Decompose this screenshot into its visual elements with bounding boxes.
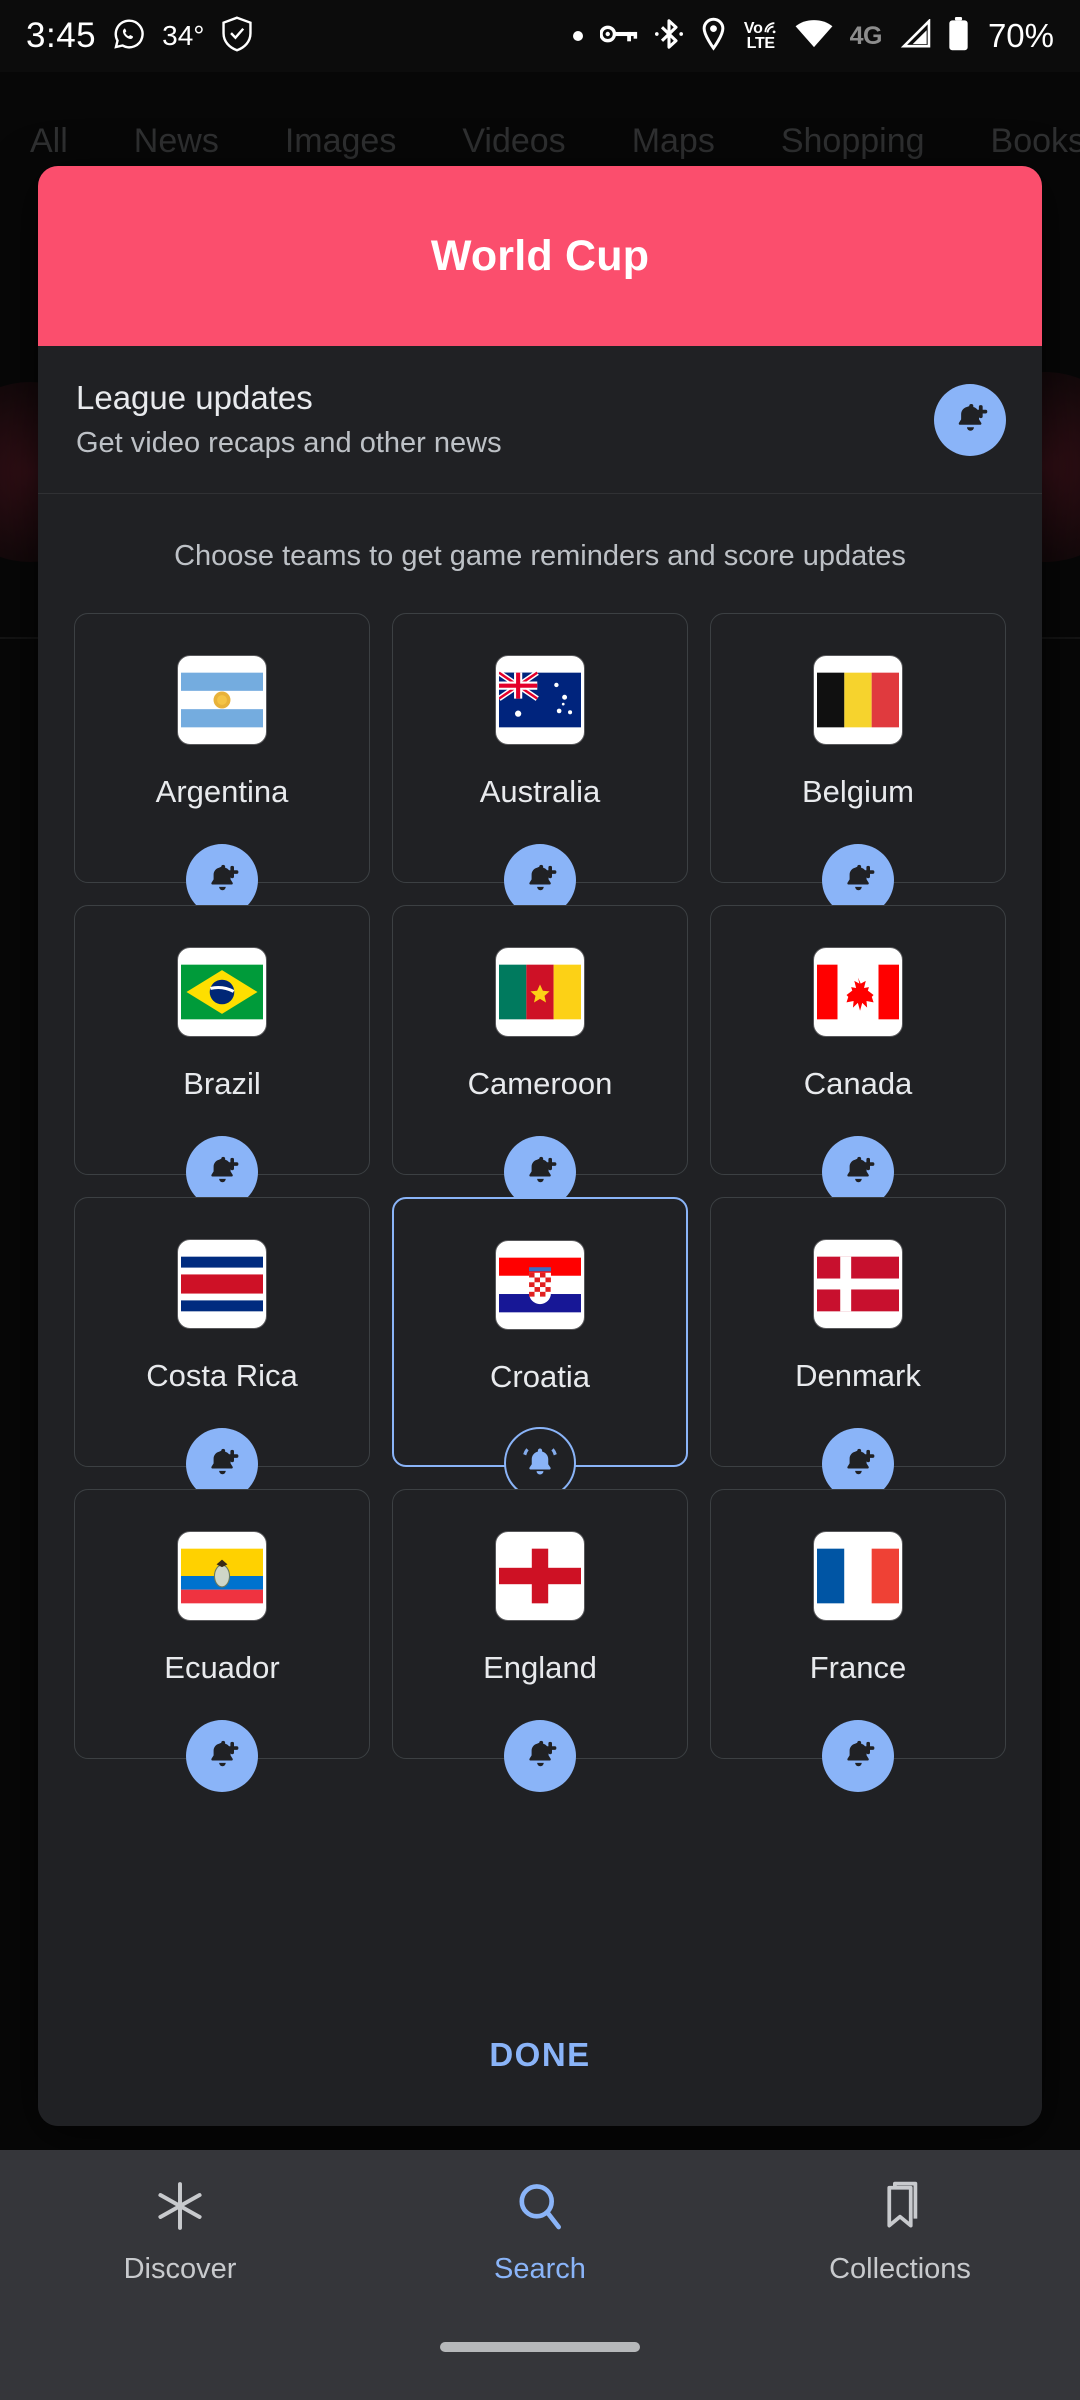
dialog-title: World Cup — [430, 231, 650, 280]
wifi-icon — [795, 19, 833, 53]
flag-croatia-icon — [496, 1241, 584, 1329]
team-name-label: Australia — [479, 774, 601, 809]
nav-label-discover: Discover — [123, 2253, 237, 2285]
team-card-belgium[interactable]: Belgium — [710, 613, 1006, 916]
asterisk-icon — [152, 2178, 208, 2239]
nav-label-collections: Collections — [829, 2253, 971, 2285]
home-indicator[interactable] — [440, 2342, 640, 2352]
team-card-england[interactable]: England — [392, 1489, 688, 1792]
team-name-label: France — [809, 1650, 907, 1685]
team-name-label: England — [483, 1650, 597, 1685]
team-name-label: Costa Rica — [146, 1358, 298, 1393]
team-card-canada[interactable]: Canada — [710, 905, 1006, 1208]
teams-grid: Argentina Australia Belgium Brazil Camer… — [74, 613, 1006, 1792]
team-card-ecuador[interactable]: Ecuador — [74, 1489, 370, 1792]
flag-ecuador-icon — [178, 1532, 266, 1620]
team-name-label: Croatia — [490, 1359, 590, 1394]
team-card-brazil[interactable]: Brazil — [74, 905, 370, 1208]
flag-brazil-icon — [178, 948, 266, 1036]
flag-england-icon — [496, 1532, 584, 1620]
phone-screen: 3:45 34° Vo LTE 4G 70% All News Images V… — [0, 0, 1080, 2400]
flag-denmark-icon — [814, 1240, 902, 1328]
nav-item-discover[interactable]: Discover — [0, 2178, 360, 2400]
team-card-costa-rica[interactable]: Costa Rica — [74, 1197, 370, 1500]
location-icon — [700, 17, 727, 56]
bell-add-icon[interactable] — [934, 383, 1006, 456]
bg-tab-maps: Maps — [631, 122, 715, 160]
team-bell-add-icon[interactable] — [822, 1720, 894, 1792]
team-card-croatia[interactable]: Croatia — [392, 1197, 688, 1499]
nav-item-search[interactable]: Search — [360, 2178, 720, 2400]
flag-belgium-icon — [814, 656, 902, 744]
team-card-france[interactable]: France — [710, 1489, 1006, 1792]
done-button-label: DONE — [489, 2036, 591, 2073]
shield-icon — [220, 15, 254, 58]
status-bar-right: Vo LTE 4G 70% — [572, 16, 1054, 56]
whatsapp-icon — [112, 17, 146, 56]
dot-icon — [572, 31, 583, 41]
team-bell-add-icon[interactable] — [504, 1720, 576, 1792]
temperature-text: 34° — [162, 20, 205, 51]
status-bar: 3:45 34° Vo LTE 4G 70% — [0, 0, 1080, 72]
team-name-label: Argentina — [155, 774, 289, 809]
team-name-label: Cameroon — [467, 1066, 613, 1101]
flag-france-icon — [814, 1532, 902, 1620]
search-icon — [512, 2178, 568, 2239]
team-name-label: Belgium — [802, 774, 914, 809]
league-updates-subtitle: Get video recaps and other news — [76, 427, 502, 459]
team-bell-add-icon[interactable] — [186, 1720, 258, 1792]
flag-cameroon-icon — [496, 948, 584, 1036]
volte-icon: Vo LTE — [743, 19, 775, 52]
bg-tab-images: Images — [284, 122, 397, 160]
flag-canada-icon — [814, 948, 902, 1036]
flag-costa-rica-icon — [178, 1240, 266, 1328]
league-updates-text: League updates Get video recaps and othe… — [76, 379, 502, 460]
done-button[interactable]: DONE — [38, 1984, 1042, 2126]
network-type-text: 4G — [849, 21, 883, 50]
team-name-label: Denmark — [795, 1358, 921, 1393]
world-cup-notifications-dialog: World Cup League updates Get video recap… — [38, 166, 1042, 2126]
bg-tab-videos: Videos — [462, 122, 566, 160]
flag-argentina-icon — [178, 656, 266, 744]
team-name-label: Ecuador — [164, 1650, 280, 1685]
nav-label-search: Search — [494, 2253, 586, 2285]
choose-teams-prompt: Choose teams to get game reminders and s… — [174, 540, 906, 572]
status-bar-left: 3:45 34° — [26, 15, 254, 58]
bg-tab-news: News — [133, 122, 219, 160]
bookmark-icon — [872, 2178, 928, 2239]
dialog-header: World Cup — [38, 166, 1042, 346]
battery-icon — [948, 16, 969, 56]
flag-australia-icon — [496, 656, 584, 744]
team-name-label: Brazil — [183, 1066, 261, 1101]
bottom-navigation-bar: Discover Search Collections — [0, 2150, 1080, 2400]
team-name-label: Canada — [803, 1066, 913, 1101]
team-card-cameroon[interactable]: Cameroon — [392, 905, 688, 1208]
bluetooth-icon — [654, 17, 683, 56]
bg-tab-books: Books — [990, 122, 1080, 160]
team-card-argentina[interactable]: Argentina — [74, 613, 370, 916]
key-icon — [599, 23, 638, 50]
bg-tab-shopping: Shopping — [780, 122, 925, 160]
bg-tab-all: All — [30, 122, 68, 160]
team-card-australia[interactable]: Australia — [392, 613, 688, 916]
search-tabs-background: All News Images Videos Maps Shopping Boo… — [0, 122, 1080, 161]
teams-scroll-area[interactable]: Choose teams to get game reminders and s… — [38, 494, 1042, 1984]
battery-percent-text: 70% — [987, 17, 1054, 54]
league-updates-bell-button[interactable] — [934, 383, 1006, 456]
nav-item-collections[interactable]: Collections — [720, 2178, 1080, 2400]
team-card-denmark[interactable]: Denmark — [710, 1197, 1006, 1500]
league-updates-title: League updates — [76, 379, 313, 416]
league-updates-row[interactable]: League updates Get video recaps and othe… — [38, 346, 1042, 494]
status-time: 3:45 — [26, 16, 97, 55]
signal-icon — [899, 17, 931, 54]
